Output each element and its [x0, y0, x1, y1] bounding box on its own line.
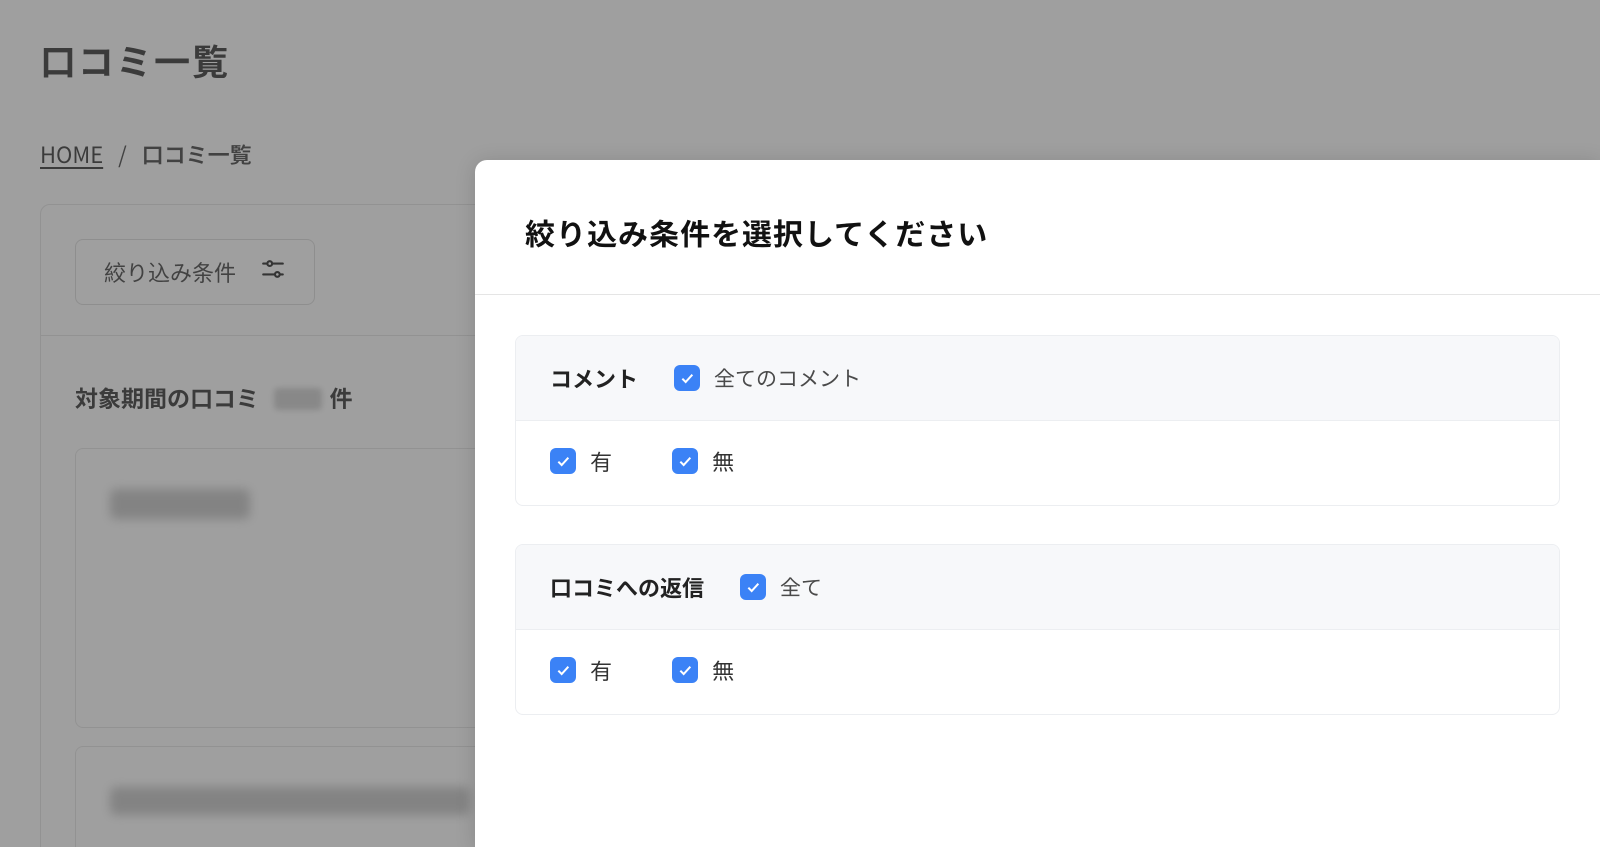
filter-block-comment-body: 有 無 [516, 421, 1559, 505]
reply-option-no[interactable]: 無 [672, 654, 734, 686]
comment-section-label: コメント [550, 362, 638, 394]
reply-option-yes[interactable]: 有 [550, 654, 612, 686]
filter-block-reply-header: 口コミへの返信 全て [516, 545, 1559, 630]
filter-block-reply: 口コミへの返信 全て 有 [515, 544, 1560, 715]
filter-block-comment-header: コメント 全てのコメント [516, 336, 1559, 421]
comment-option-no[interactable]: 無 [672, 445, 734, 477]
reply-option-no-label: 無 [712, 654, 734, 686]
checkbox-checked-icon [550, 448, 576, 474]
filter-block-comment: コメント 全てのコメント 有 [515, 335, 1560, 506]
modal-body: コメント 全てのコメント 有 [475, 295, 1600, 715]
reply-all-label: 全て [780, 572, 822, 602]
comment-option-yes-label: 有 [590, 445, 612, 477]
filter-modal: 絞り込み条件を選択してください コメント 全てのコメント [475, 160, 1600, 847]
reply-section-label: 口コミへの返信 [550, 571, 704, 603]
checkbox-checked-icon [672, 657, 698, 683]
checkbox-checked-icon [740, 574, 766, 600]
comment-all-label: 全てのコメント [714, 363, 861, 393]
comment-all-option[interactable]: 全てのコメント [674, 363, 861, 393]
reply-all-option[interactable]: 全て [740, 572, 822, 602]
checkbox-checked-icon [550, 657, 576, 683]
filter-block-reply-body: 有 無 [516, 630, 1559, 714]
comment-option-yes[interactable]: 有 [550, 445, 612, 477]
modal-title: 絞り込み条件を選択してください [475, 160, 1600, 294]
checkbox-checked-icon [674, 365, 700, 391]
reply-option-yes-label: 有 [590, 654, 612, 686]
comment-option-no-label: 無 [712, 445, 734, 477]
checkbox-checked-icon [672, 448, 698, 474]
